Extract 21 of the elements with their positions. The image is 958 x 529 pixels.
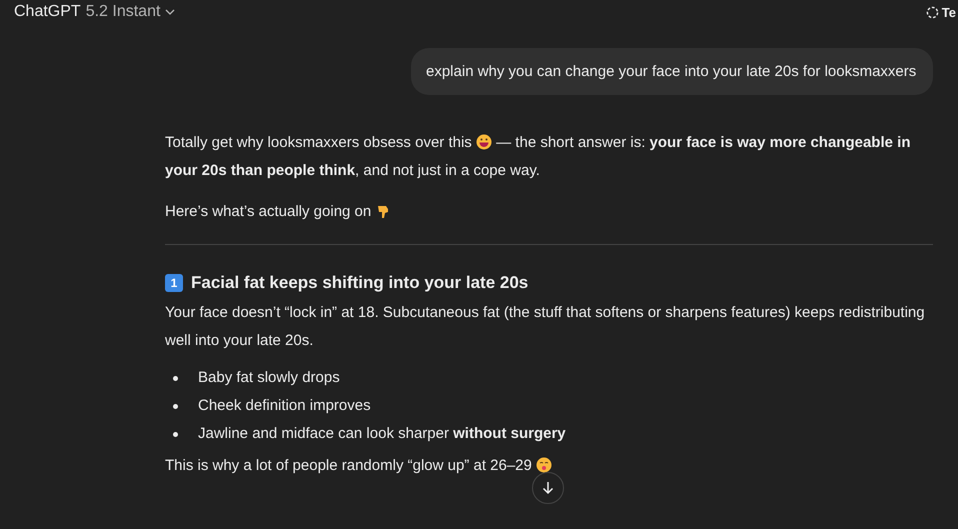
response-paragraph: Totally get why looksmaxxers obsess over this — the short answer is: your face is way more changeable in your 20s than people think, and not just in a cope way. bbox=[165, 133, 912, 181]
chevron-down-icon bbox=[165, 9, 176, 15]
bullet-text: Jawline and midface can look sharper without surgery bbox=[198, 424, 566, 444]
user-message: explain why you can change your face into your late 20s for looksmaxxers bbox=[411, 48, 933, 95]
bullet-icon bbox=[173, 432, 178, 436]
keycap-number: 1 bbox=[165, 274, 183, 292]
kissing-emoji-icon bbox=[536, 457, 552, 473]
arrow-down-icon bbox=[542, 481, 554, 495]
response-paragraph: Here’s what’s actually going on bbox=[165, 198, 933, 226]
temporary-chat-label[interactable]: Te bbox=[942, 4, 956, 20]
bullet-icon bbox=[173, 376, 178, 380]
grinning-emoji-icon bbox=[476, 134, 492, 150]
scroll-down-button[interactable] bbox=[532, 472, 564, 504]
section-paragraph: This is why a lot of people randomly “glow up” at 26–29 bbox=[165, 452, 933, 480]
model-selector[interactable]: ChatGPT 5.2 Instant bbox=[12, 3, 178, 21]
section-paragraph: Your face doesn’t “lock in” at 18. Subcutaneous fat (the stuff that softens or sharpens features) keeps redistributing well into your late 20s. bbox=[165, 303, 926, 351]
section-heading: 1 Facial fat keeps shifting into your late 20s bbox=[165, 273, 933, 293]
dashed-circle-icon bbox=[926, 6, 939, 18]
bullet-text: Baby fat slowly drops bbox=[198, 368, 340, 388]
bullet-icon bbox=[173, 404, 178, 408]
bullet-text: Cheek definition improves bbox=[198, 396, 371, 416]
